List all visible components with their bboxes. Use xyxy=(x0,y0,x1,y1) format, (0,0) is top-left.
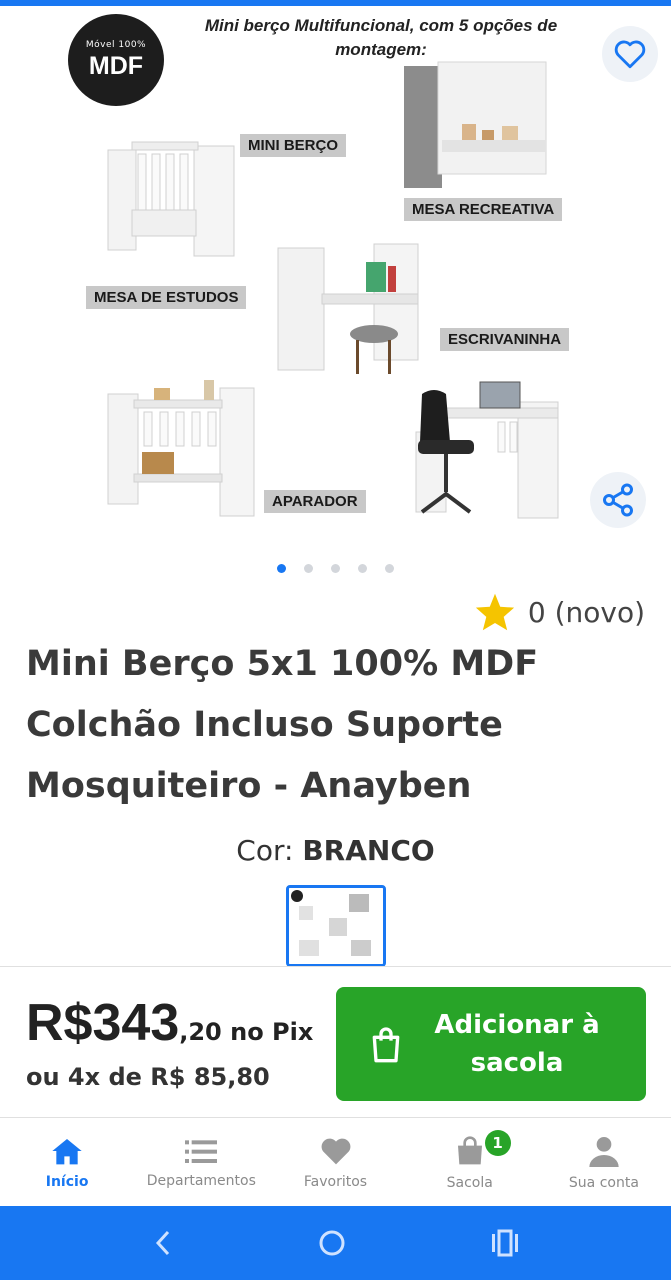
share-button[interactable] xyxy=(590,472,646,528)
nav-label-favoritos: Favoritos xyxy=(303,1174,368,1190)
image-headline: Mini berço Multifuncional, com 5 opções … xyxy=(204,16,558,59)
color-value: BRANCO xyxy=(302,834,435,867)
nav-item-sua-conta[interactable]: Sua conta xyxy=(537,1120,671,1206)
home-icon xyxy=(52,1139,82,1165)
price-main: R$343 xyxy=(26,994,180,1052)
label-mesa-estudos: MESA DE ESTUDOS xyxy=(86,286,247,309)
rating[interactable]: 0 (novo) xyxy=(474,592,645,632)
shopping-bag-icon xyxy=(372,1027,400,1063)
favorite-button[interactable] xyxy=(602,26,658,82)
mdf-badge: Móvel 100% MDF xyxy=(68,14,164,106)
label-mesa-recreativa: MESA RECREATIVA xyxy=(404,198,563,221)
thumbnail-image xyxy=(289,888,383,964)
badge-big-text: MDF xyxy=(88,52,144,80)
product-title: Mini Berço 5x1 100% MDF Colchão Incluso … xyxy=(26,644,539,806)
color-selector: Cor: BRANCO xyxy=(0,834,671,867)
mini-berco-illustration xyxy=(107,141,235,257)
label-aparador: APARADOR xyxy=(264,490,366,513)
bottom-navigation: Início Departamentos Favoritos 1 Sacola … xyxy=(0,1120,671,1206)
add-to-bag-label: Adicionar à sacola xyxy=(434,1010,600,1078)
label-mini-berco: MINI BERÇO xyxy=(240,134,346,157)
nav-item-favoritos[interactable]: Favoritos xyxy=(268,1120,402,1206)
nav-label-inicio: Início xyxy=(45,1174,89,1190)
list-icon xyxy=(185,1140,218,1163)
system-navigation-bar xyxy=(0,1206,671,1280)
nav-label-sua-conta: Sua conta xyxy=(568,1175,639,1191)
user-icon xyxy=(589,1137,619,1167)
price: R$343,20 no Pix xyxy=(26,993,313,1053)
heart-outline-icon xyxy=(614,40,646,69)
nav-label-sacola: Sacola xyxy=(446,1175,493,1191)
back-icon[interactable] xyxy=(151,1228,175,1258)
bag-icon xyxy=(457,1136,482,1165)
carousel-dot-1[interactable] xyxy=(277,564,286,573)
purchase-bar: R$343,20 no Pix ou 4x de R$ 85,80 Adicio… xyxy=(0,966,671,1118)
price-suffix: ,20 no Pix xyxy=(179,1018,314,1046)
share-icon xyxy=(603,483,633,517)
nav-item-inicio[interactable]: Início xyxy=(0,1120,134,1206)
mesa-estudos-illustration xyxy=(277,243,419,374)
label-escrivaninha: ESCRIVANINHA xyxy=(440,328,570,351)
nav-label-departamentos: Departamentos xyxy=(146,1173,256,1189)
mesa-recreativa-illustration xyxy=(404,61,547,188)
nav-item-sacola[interactable]: 1 Sacola xyxy=(403,1120,537,1206)
carousel-dot-4[interactable] xyxy=(358,564,367,573)
carousel-dot-5[interactable] xyxy=(385,564,394,573)
add-to-bag-button[interactable]: Adicionar à sacola xyxy=(336,987,646,1101)
heart-icon xyxy=(321,1138,350,1165)
escrivaninha-illustration xyxy=(415,381,559,519)
rating-text: 0 (novo) xyxy=(527,595,645,629)
bag-count-badge: 1 xyxy=(484,1130,511,1156)
color-thumbnail[interactable] xyxy=(286,885,386,967)
carousel-dot-2[interactable] xyxy=(304,564,313,573)
installments-text: ou 4x de R$ 85,80 xyxy=(26,1063,270,1091)
product-image[interactable]: Móvel 100% MDF Mini berço Multifuncional… xyxy=(0,6,671,546)
recents-icon[interactable] xyxy=(490,1229,520,1257)
nav-item-departamentos[interactable]: Departamentos xyxy=(134,1120,268,1206)
star-icon xyxy=(475,593,514,631)
home-circle-icon[interactable] xyxy=(317,1228,347,1258)
carousel-indicator xyxy=(0,564,671,578)
color-label: Cor: xyxy=(236,834,294,867)
badge-small-text: Móvel 100% xyxy=(85,40,147,50)
aparador-illustration xyxy=(107,380,255,517)
carousel-dot-3[interactable] xyxy=(331,564,340,573)
